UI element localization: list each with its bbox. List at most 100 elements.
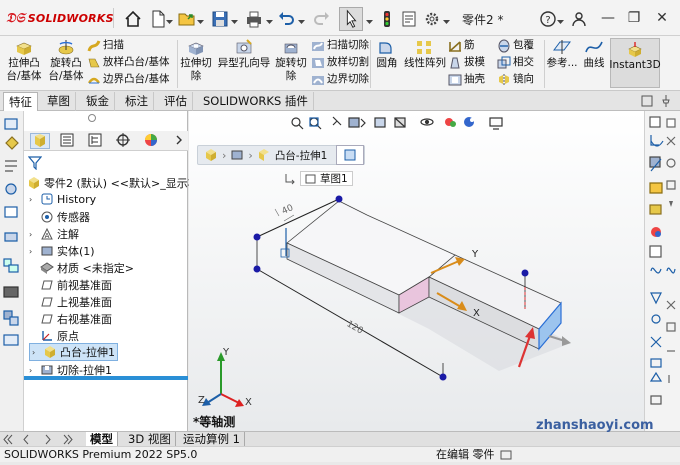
maximize-panel-button[interactable] <box>640 94 654 108</box>
graphics-area[interactable]: › › 凸台-拉伸1 草图1 40 120 Y X Y X Z *等轴测 <box>189 111 644 431</box>
save-button[interactable] <box>209 8 231 30</box>
undo-button[interactable] <box>276 8 298 30</box>
chevron-right-icon <box>176 135 182 145</box>
boundary-boss-button[interactable]: 边界凸台/基体 <box>87 73 170 87</box>
tree-item-top-plane[interactable]: 上视基准面 <box>29 294 112 310</box>
tree-item-sensors[interactable]: 传感器 <box>29 209 90 225</box>
loft-boss-button[interactable]: 放样凸台/基体 <box>87 56 170 70</box>
mirror-button[interactable]: 镜向 <box>497 73 534 87</box>
reference-plane-icon <box>553 40 571 54</box>
status-units-icon[interactable] <box>500 449 512 461</box>
rollback-bar[interactable] <box>24 376 188 380</box>
tree-item-material[interactable]: 材质 <未指定> <box>29 260 134 276</box>
feature-manager-tab[interactable] <box>30 133 50 149</box>
expand-icon[interactable]: › <box>29 195 37 204</box>
print-button[interactable] <box>243 8 265 30</box>
save-icon <box>212 11 228 27</box>
extrude-boss-button[interactable]: 拉伸凸 台/基体 <box>6 38 42 83</box>
options-dropdown-icon[interactable] <box>443 16 450 24</box>
hole-wizard-button[interactable]: 异型孔向导 <box>217 38 271 70</box>
filter-button[interactable] <box>27 156 43 171</box>
curves-label: 曲线 <box>583 57 605 69</box>
file-properties-button[interactable] <box>398 8 420 30</box>
tree-item-boss-extrude1[interactable]: › 凸台-拉伸1 <box>29 343 118 361</box>
tab-evaluate[interactable]: 评估 <box>159 92 193 111</box>
tab-features[interactable]: 特征 <box>3 92 38 111</box>
ds-logo-icon: 𝔇𝔖 <box>6 10 25 26</box>
pin-panel-button[interactable] <box>660 94 672 108</box>
tree-item-solid-bodies[interactable]: › 实体(1) <box>29 243 95 259</box>
user-icon <box>572 12 586 27</box>
tab-sheet-metal[interactable]: 钣金 <box>81 92 115 111</box>
curves-button[interactable]: 曲线 <box>580 38 608 70</box>
options-button[interactable] <box>421 8 443 30</box>
help-button[interactable]: ? <box>537 8 559 30</box>
extrude-cut-icon <box>188 42 204 55</box>
reference-geometry-button[interactable]: 参考... <box>546 38 578 70</box>
revolve-boss-label: 旋转凸 台/基体 <box>48 57 84 82</box>
redo-button[interactable] <box>310 8 332 30</box>
tree-item-annotations[interactable]: › A 注解 <box>29 226 79 242</box>
extrude-cut-button[interactable]: 拉伸切 除 <box>178 38 214 83</box>
draft-button[interactable]: 拔模 <box>448 56 485 70</box>
expand-icon[interactable]: › <box>29 247 37 256</box>
triad-z-label: Z <box>198 395 205 406</box>
new-dropdown-icon[interactable] <box>166 16 173 24</box>
revolve-cut-button[interactable]: 旋转切 除 <box>273 38 309 83</box>
display-manager-tab[interactable] <box>142 133 162 149</box>
tab-markup[interactable]: 标注 <box>120 92 154 111</box>
tree-item-label: 材质 <未指定> <box>57 262 134 275</box>
open-dropdown-icon[interactable] <box>197 16 204 24</box>
expand-icon[interactable]: › <box>29 230 37 239</box>
sweep-cut-button[interactable]: 扫描切除 <box>311 39 369 53</box>
expand-icon[interactable]: › <box>32 348 40 357</box>
tree-root[interactable]: 零件2 (默认) <<默认>_显示状 <box>27 175 199 191</box>
close-button[interactable]: ✕ <box>652 9 672 27</box>
undo-dropdown-icon[interactable] <box>298 16 305 24</box>
rebuild-button[interactable] <box>376 8 398 30</box>
help-dropdown-icon[interactable] <box>557 16 564 24</box>
save-dropdown-icon[interactable] <box>231 16 238 24</box>
panel-handle-icon[interactable] <box>88 114 96 122</box>
open-button[interactable] <box>176 8 198 30</box>
select-dropdown-icon[interactable] <box>366 16 373 24</box>
tree-item-history[interactable]: › History <box>29 192 96 206</box>
fillet-button[interactable]: 圆角 <box>372 38 402 70</box>
expand-icon[interactable]: › <box>29 366 37 375</box>
rib-button[interactable]: 筋 <box>448 39 475 53</box>
print-dropdown-icon[interactable] <box>266 16 273 24</box>
home-button[interactable] <box>122 8 144 30</box>
tree-item-origin[interactable]: 原点 <box>29 328 79 344</box>
tree-item-right-plane[interactable]: 右视基准面 <box>29 311 112 327</box>
tab-addins[interactable]: SOLIDWORKS 插件 <box>198 92 314 111</box>
panel-expand-button[interactable] <box>174 135 184 145</box>
app-logo-text: SOLIDWORKS <box>27 11 114 25</box>
sweep-button[interactable]: 扫描 <box>87 39 124 53</box>
feature-tree-icon <box>35 134 45 147</box>
configuration-manager-tab[interactable] <box>86 133 106 149</box>
select-button[interactable] <box>339 7 363 31</box>
boundary-cut-button[interactable]: 边界切除 <box>311 73 369 87</box>
dimxpert-tab[interactable] <box>114 133 134 149</box>
tree-item-front-plane[interactable]: 前视基准面 <box>29 277 112 293</box>
tab-3d-view[interactable]: 3D 视图 <box>124 432 176 447</box>
minimize-button[interactable]: — <box>598 9 618 27</box>
tab-scroll-controls[interactable] <box>2 433 84 446</box>
tab-sketch[interactable]: 草图 <box>42 92 76 111</box>
intersect-button[interactable]: 相交 <box>497 56 534 70</box>
tab-motion-study[interactable]: 运动算例 1 <box>179 432 245 447</box>
tab-model[interactable]: 模型 <box>86 432 118 447</box>
loft-cut-button[interactable]: 放样切割 <box>311 56 369 70</box>
shell-button[interactable]: 抽壳 <box>448 73 485 87</box>
model-view[interactable] <box>189 111 644 431</box>
sensor-icon <box>41 211 53 223</box>
revolve-boss-button[interactable]: 旋转凸 台/基体 <box>46 38 86 83</box>
linear-pattern-button[interactable]: 线性阵列 <box>402 38 448 70</box>
close-icon: ✕ <box>656 10 668 26</box>
wrap-button[interactable]: 包覆 <box>497 39 534 53</box>
property-manager-tab[interactable] <box>58 133 78 149</box>
restore-button[interactable]: ❐ <box>624 9 644 27</box>
filter-icon <box>27 156 43 171</box>
instant3d-button[interactable]: Instant3D <box>609 38 661 88</box>
user-button[interactable] <box>568 8 590 30</box>
